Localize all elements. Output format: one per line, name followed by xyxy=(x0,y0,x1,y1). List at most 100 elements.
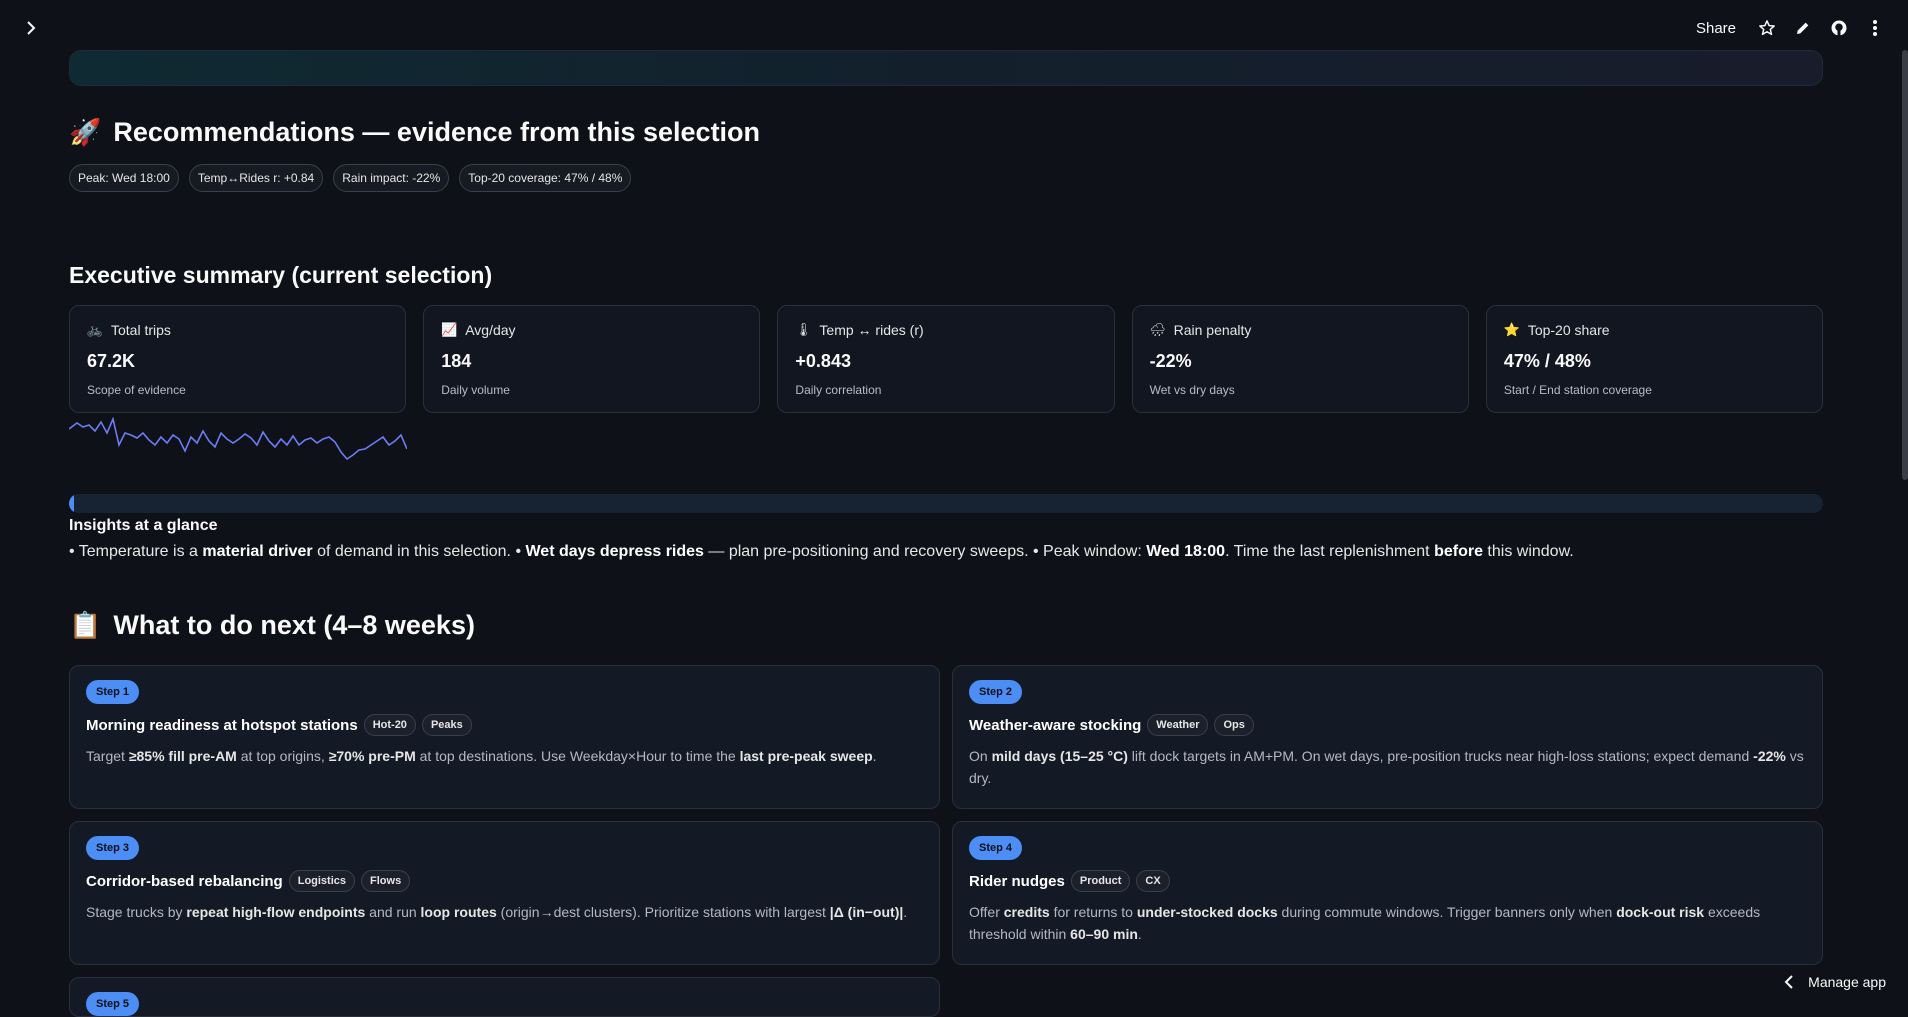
step-body-segment: last pre-peak sweep xyxy=(740,748,873,764)
rain-cloud-icon: 🌧 xyxy=(1150,322,1166,338)
pill-top20-coverage: Top-20 coverage: 47% / 48% xyxy=(459,164,631,192)
step-body-segment: loop routes xyxy=(421,904,497,920)
star-icon[interactable] xyxy=(1756,17,1778,39)
kpi-value: +0.843 xyxy=(795,351,1096,372)
step-body-segment: mild days (15–25 °C) xyxy=(992,748,1128,764)
step-header: Morning readiness at hotspot stations Hot… xyxy=(86,714,923,736)
progress-fill xyxy=(69,494,74,513)
star-filled-icon: ⭐ xyxy=(1504,322,1520,338)
insights-segment: • Temperature is a xyxy=(69,543,202,560)
kpi-label: Temp ↔ rides (r) xyxy=(819,322,923,338)
step-badge: Step 3 xyxy=(86,836,139,860)
kpi-label: Total trips xyxy=(111,322,171,338)
github-icon[interactable] xyxy=(1828,17,1850,39)
evidence-progress-bar xyxy=(69,494,1823,513)
step-tag: Logistics xyxy=(289,870,355,892)
insights-segment: — plan pre-positioning and recovery swee… xyxy=(704,543,1146,560)
step-body-segment: Stage trucks by xyxy=(86,904,186,920)
manage-app-label: Manage app xyxy=(1808,974,1886,990)
kpi-rain-penalty: 🌧 Rain penalty -22% Wet vs dry days xyxy=(1132,305,1469,413)
manage-app-button[interactable]: Manage app xyxy=(1784,974,1886,990)
step-body: On mild days (15–25 °C) lift dock target… xyxy=(969,746,1806,789)
step-title: Weather-aware stocking xyxy=(969,717,1141,734)
insights-text: • Temperature is a material driver of de… xyxy=(69,543,1823,561)
step-title: Morning readiness at hotspot stations xyxy=(86,717,358,734)
step-body-segment: credits xyxy=(1004,904,1050,920)
step-body-segment: 60–90 min xyxy=(1070,926,1138,942)
kpi-value: 67.2K xyxy=(87,351,388,372)
step-body: Target ≥85% fill pre-AM at top origins, … xyxy=(86,746,923,768)
step-card-1: Step 1 Morning readiness at hotspot stati… xyxy=(69,665,940,809)
kpi-value: -22% xyxy=(1150,351,1451,372)
kpi-avg-day: 📈Avg/day 184 Daily volume xyxy=(423,305,760,413)
chart-icon: 📈 xyxy=(441,322,457,338)
kpi-sub: Daily volume xyxy=(441,383,742,397)
insights-segment: this window. xyxy=(1483,543,1574,560)
steps-grid: Step 1 Morning readiness at hotspot stati… xyxy=(69,665,1823,965)
trips-sparkline xyxy=(69,417,407,475)
kpi-label: Avg/day xyxy=(465,322,515,338)
step-tag: CX xyxy=(1136,870,1169,892)
more-vertical-icon[interactable] xyxy=(1864,17,1886,39)
step-tag: Hot-20 xyxy=(364,714,416,736)
kpi-label: Top-20 share xyxy=(1528,322,1610,338)
step-card-4: Step 4Rider nudgesProductCXOffer credits… xyxy=(952,821,1823,965)
chevron-left-icon xyxy=(1784,975,1794,989)
step-tag: Ops xyxy=(1214,714,1253,736)
step-body: Offer credits for returns to under-stock… xyxy=(969,902,1806,945)
share-button[interactable]: Share xyxy=(1696,20,1736,37)
kpi-sub: Start / End station coverage xyxy=(1504,383,1805,397)
thermometer-icon: 🌡 xyxy=(795,322,811,338)
next-steps-title: 📋 What to do next (4–8 weeks) xyxy=(69,607,1823,643)
step-card-5: Step 5 xyxy=(69,977,940,1017)
step-body-segment: . xyxy=(1138,926,1142,942)
step-body-segment: during commute windows. Trigger banners … xyxy=(1278,904,1617,920)
top-bar: Share xyxy=(0,0,1908,56)
chevron-right-icon[interactable] xyxy=(22,19,40,37)
step-body-segment: Target xyxy=(86,748,129,764)
kpi-sub: Daily correlation xyxy=(795,383,1096,397)
step-tag: Product xyxy=(1071,870,1131,892)
step-header: Weather-aware stockingWeatherOps xyxy=(969,714,1806,736)
scrollbar[interactable] xyxy=(1902,50,1908,480)
pill-rain-impact: Rain impact: -22% xyxy=(333,164,449,192)
step-body-segment: for returns to xyxy=(1050,904,1137,920)
bicycle-icon: 🚲 xyxy=(87,322,103,338)
scrollbar-thumb[interactable] xyxy=(1902,50,1908,480)
step-card-2: Step 2 Weather-aware stockingWeatherOps On… xyxy=(952,665,1823,809)
step-body-segment: Offer xyxy=(969,904,1004,920)
kpi-sub: Scope of evidence xyxy=(87,383,388,397)
kpi-total-trips: 🚲 Total trips 67.2K Scope of evidence xyxy=(69,305,406,413)
step-body-segment: at top destinations. Use Weekday×Hour to… xyxy=(416,748,740,764)
kpi-temp-rides: 🌡 Temp ↔ rides (r) +0.843 Daily correlati… xyxy=(777,305,1114,413)
step-body: Stage trucks by repeat high-flow endpoin… xyxy=(86,902,923,924)
step-card-3: Step 3 Corridor-based rebalancing Logistic… xyxy=(69,821,940,965)
step-title: Corridor-based rebalancing xyxy=(86,873,283,890)
insights-bold: before xyxy=(1434,543,1483,560)
step-badge: Step 1 xyxy=(86,680,139,704)
step-badge: Step 2 xyxy=(969,680,1022,704)
step-body-segment: |Δ (in−out)| xyxy=(830,904,904,920)
step-body-segment: at top origins, xyxy=(237,748,329,764)
step-body-segment: . xyxy=(873,748,877,764)
pencil-icon[interactable] xyxy=(1792,17,1814,39)
recommendations-title-text: Recommendations — evidence from this sel… xyxy=(113,117,760,148)
step-body-segment: and run xyxy=(365,904,420,920)
insights-title: Insights at a glance xyxy=(69,517,1823,535)
kpi-sub: Wet vs dry days xyxy=(1150,383,1451,397)
insights-segment: of demand in this selection. • xyxy=(313,543,526,560)
step-body-segment: dock-out risk xyxy=(1616,904,1704,920)
step-tag: Peaks xyxy=(422,714,472,736)
hero-banner xyxy=(69,50,1823,86)
insights-bold: Wet days depress rides xyxy=(525,543,703,560)
step-title: Rider nudges xyxy=(969,873,1065,890)
clipboard-icon: 📋 xyxy=(69,612,101,638)
step-body-segment: ≥70% pre-PM xyxy=(329,748,416,764)
executive-summary-title: Executive summary (current selection) xyxy=(69,262,1823,289)
recommendations-title: 🚀 Recommendations — evidence from this s… xyxy=(69,114,1823,150)
pill-temp-rides: Temp↔Rides r: +0.84 xyxy=(189,164,323,192)
step-body-segment: under-stocked docks xyxy=(1137,904,1278,920)
top-actions: Share xyxy=(1696,17,1886,39)
kpi-label: Rain penalty xyxy=(1174,322,1252,338)
pill-peak: Peak: Wed 18:00 xyxy=(69,164,179,192)
